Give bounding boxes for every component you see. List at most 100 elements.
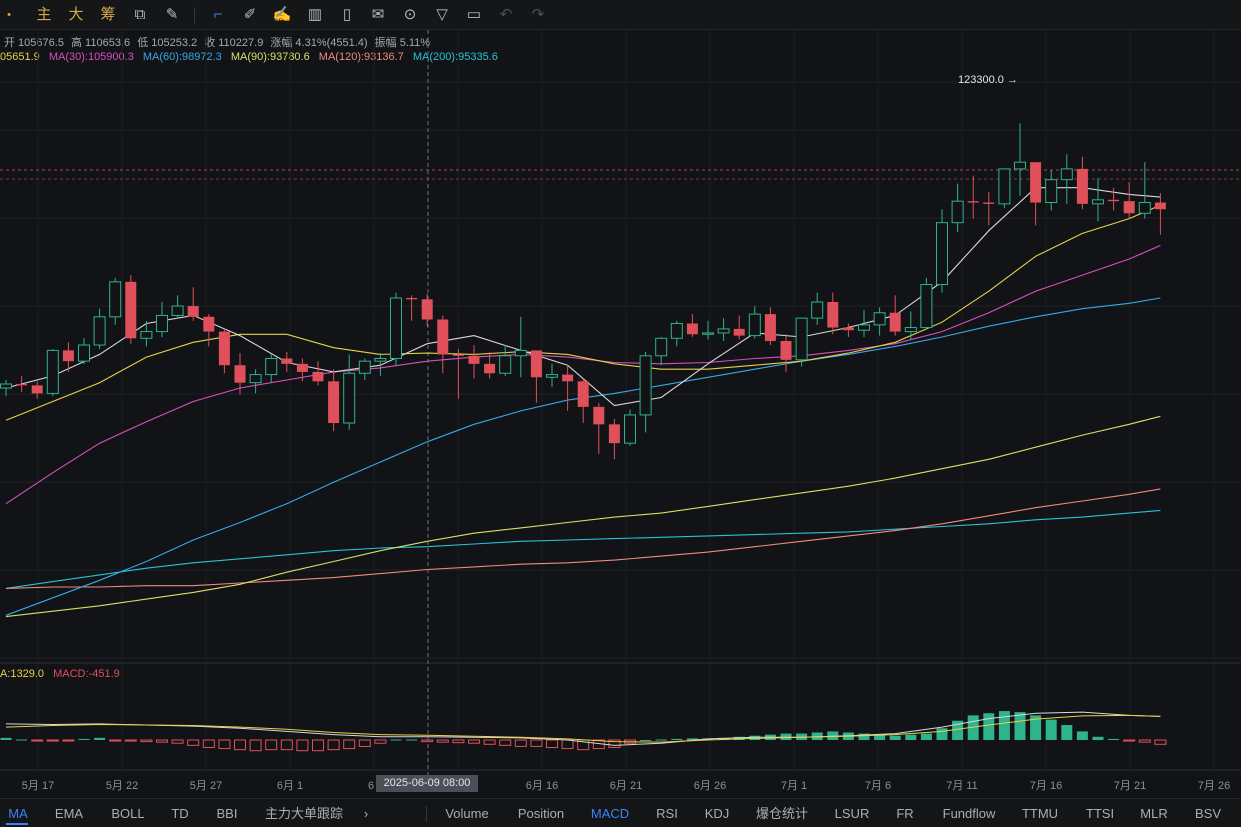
price-chart[interactable]: 5月 17 5月 22 5月 27 6月 1 6 6月 16 6月 21 6月 26 7月 17… [0,0,1241,798]
macd-histogram-bar [889,735,901,740]
candle-body [390,297,402,359]
tab-kdj[interactable]: KDJ [700,799,734,827]
macd-histogram-bar [671,738,683,740]
tab-fundflow[interactable]: Fundflow [936,799,1002,827]
candle-body [733,328,745,336]
candle-body [920,284,933,329]
candle-body [328,381,340,423]
tab-position[interactable]: Position [512,799,570,827]
tab-volume[interactable]: Volume [440,799,494,827]
macd-histogram-bar [530,739,543,747]
macd-histogram-bar [1138,739,1151,743]
x-axis-label: 6月 16 [526,780,558,792]
candle-body [421,299,433,320]
macd-histogram-bar [31,739,44,742]
candle-body [125,281,137,339]
tab-bsv[interactable]: BSV [1190,799,1226,827]
macd-histogram-bar [374,739,387,744]
x-axis-label: 7月 16 [1030,780,1062,792]
candle-body [1108,199,1120,202]
x-axis-label: 6 [368,780,374,792]
tab-main-force-tracking[interactable]: 主力大单跟踪 [262,799,346,827]
tab-td[interactable]: TD [166,799,194,827]
macd-histogram-bar [0,737,12,740]
tab-mlr[interactable]: MLR [1136,799,1172,827]
macd-histogram-bar [187,739,200,746]
macd-histogram-bar [780,733,792,740]
macd-histogram-bar [390,739,402,741]
x-axis-label: 7月 11 [946,780,978,792]
tab-lsur[interactable]: LSUR [832,799,872,827]
active-tab-underline [6,823,28,825]
macd-histogram-bar [561,739,574,750]
candle-body [265,357,278,376]
macd-histogram-bar [1061,725,1073,740]
tab-ema[interactable]: EMA [50,799,88,827]
indicator-tab-bar: MA EMA BOLL TD BBI 主力大单跟踪 › Volume Posit… [0,798,1241,827]
tab-ma[interactable]: MA [0,799,36,827]
candle-body [639,355,652,416]
tab-boll[interactable]: BOLL [106,799,150,827]
candle-body [406,297,418,300]
candle-body [562,374,574,382]
macd-histogram-bar [499,739,512,746]
tab-macd[interactable]: MACD [588,799,632,827]
candle-body [16,384,28,386]
candle-body [437,319,449,355]
x-axis-label: 6月 26 [694,780,726,792]
tab-bbi[interactable]: BBI [210,799,244,827]
tab-ttsi[interactable]: TTSI [1082,799,1118,827]
macd-histogram-bar [140,739,153,743]
tab-ttmu[interactable]: TTMU [1018,799,1062,827]
candle-body [748,313,761,337]
candle-body [858,324,870,331]
candle-body [452,354,464,356]
tab-liquidation-stats[interactable]: 爆仓统计 [752,799,812,827]
x-axis-label: 7月 26 [1198,780,1230,792]
macd-histogram-bar [343,739,356,750]
candle-body [31,385,43,394]
macd-histogram-bar [62,739,75,742]
macd-histogram-bar [1092,736,1104,740]
candle-body [140,331,153,339]
macd-histogram-bar [249,739,262,752]
macd-histogram-bar [983,713,995,740]
candle-body [624,414,636,444]
macd-histogram-bar [202,739,215,748]
candle-body [811,301,824,319]
tab-rsi[interactable]: RSI [652,799,682,827]
candle-body [670,323,683,339]
candle-body [281,358,293,364]
candle-body [203,316,215,332]
macd-histogram-bar [406,739,418,741]
candle-body [873,312,886,326]
candle-body [343,372,356,424]
candle-body [514,349,527,357]
macd-legend: A:1329.0 MACD:-451.9 [0,668,126,680]
candle-body [702,332,714,335]
macd-histogram-bar [358,739,371,747]
more-tabs-icon[interactable]: › [358,799,374,827]
candle-body [1138,202,1151,214]
macd-histogram-bar [327,739,340,751]
tab-fr[interactable]: FR [890,799,920,827]
macd-histogram-bar [16,739,28,741]
macd-histogram-bar [280,739,293,751]
candle-body [296,363,308,372]
macd-histogram-bar [124,739,137,742]
macd-histogram-bar [171,739,184,744]
candle-body [1076,168,1088,204]
macd-histogram-bar [468,739,480,744]
candle-body [764,314,776,341]
macd-histogram-bar [998,711,1010,740]
macd-histogram-bar [78,738,90,740]
candle-body [499,355,512,374]
macd-histogram-bar [546,739,558,748]
candle-body [1030,162,1042,203]
x-axis-label: 5月 27 [190,780,222,792]
candle-body [1154,202,1166,210]
candle-body [904,327,917,333]
candle-body [967,201,979,203]
x-axis-label: 5月 17 [22,780,54,792]
macd-histogram-bar [514,739,527,747]
